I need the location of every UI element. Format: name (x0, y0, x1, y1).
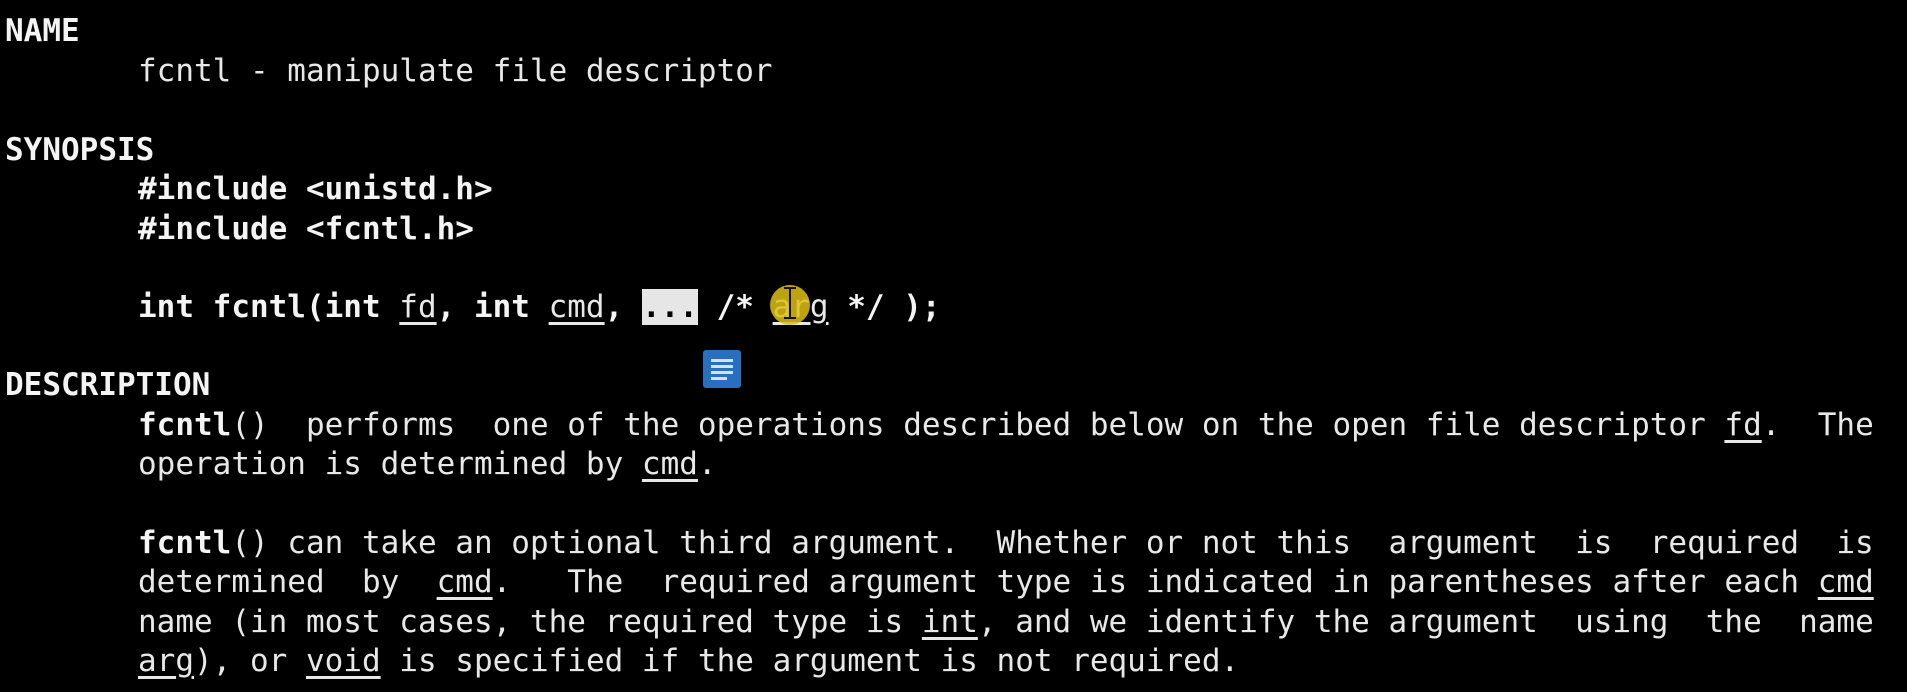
text-run: name (in most cases, the required type i… (138, 604, 922, 640)
note-icon[interactable] (703, 350, 741, 388)
param-arg: arg (138, 643, 194, 679)
function-name: fcntl (138, 525, 232, 561)
desc-para1-line1: fcntl() performs one of the operations d… (138, 406, 1874, 445)
proto-cmd: cmd (548, 289, 605, 325)
function-name: fcntl (138, 407, 232, 443)
name-line: fcntl - manipulate file descriptor (138, 53, 773, 89)
type-void: void (305, 643, 381, 679)
section-heading-description: DESCRIPTION (5, 367, 211, 403)
proto-part: */ ); (828, 289, 941, 325)
text-run: . (697, 446, 717, 482)
param-cmd: cmd (436, 564, 493, 600)
section-heading-name: NAME (5, 13, 80, 49)
proto-part: , (604, 289, 642, 325)
text-run: is specified if the argument is not requ… (380, 643, 1240, 679)
proto-part: /* (697, 289, 773, 325)
include-fcntl: #include <fcntl.h> (138, 211, 474, 247)
include-unistd: #include <unistd.h> (138, 171, 493, 207)
text-run: operation is determined by (138, 446, 642, 482)
text-run: () can take an optional third argument. … (231, 525, 1874, 561)
proto-fd: fd (399, 289, 437, 325)
param-cmd: cmd (1817, 564, 1874, 600)
desc-para2-line3: name (in most cases, the required type i… (138, 603, 1874, 642)
function-prototype: int fcntl(int fd, int cmd, ... /* arg */… (138, 288, 941, 327)
text-run: . The required argument type is indicate… (492, 564, 1818, 600)
text-run: ), or (194, 643, 306, 679)
desc-para2-line2: determined by cmd. The required argument… (138, 563, 1874, 602)
desc-para1-line2: operation is determined by cmd. (138, 445, 717, 484)
desc-para2-line4: arg), or void is specified if the argume… (138, 642, 1239, 681)
section-heading-synopsis: SYNOPSIS (5, 132, 155, 168)
selected-ellipsis[interactable]: ... (641, 289, 698, 325)
proto-part: int fcntl(int (138, 289, 400, 325)
desc-para2-line1: fcntl() can take an optional third argum… (138, 524, 1874, 563)
proto-part: , int (436, 289, 549, 325)
man-page-terminal[interactable]: NAME fcntl - manipulate file descriptor … (0, 0, 1907, 692)
text-run: determined by (138, 564, 437, 600)
text-run: () performs one of the operations descri… (231, 407, 1725, 443)
param-fd: fd (1724, 407, 1762, 443)
param-cmd: cmd (641, 446, 698, 482)
text-run: . The (1761, 407, 1874, 443)
type-int: int (921, 604, 978, 640)
text-run: , and we identify the argument using the… (977, 604, 1874, 640)
text-cursor-icon (784, 287, 796, 321)
